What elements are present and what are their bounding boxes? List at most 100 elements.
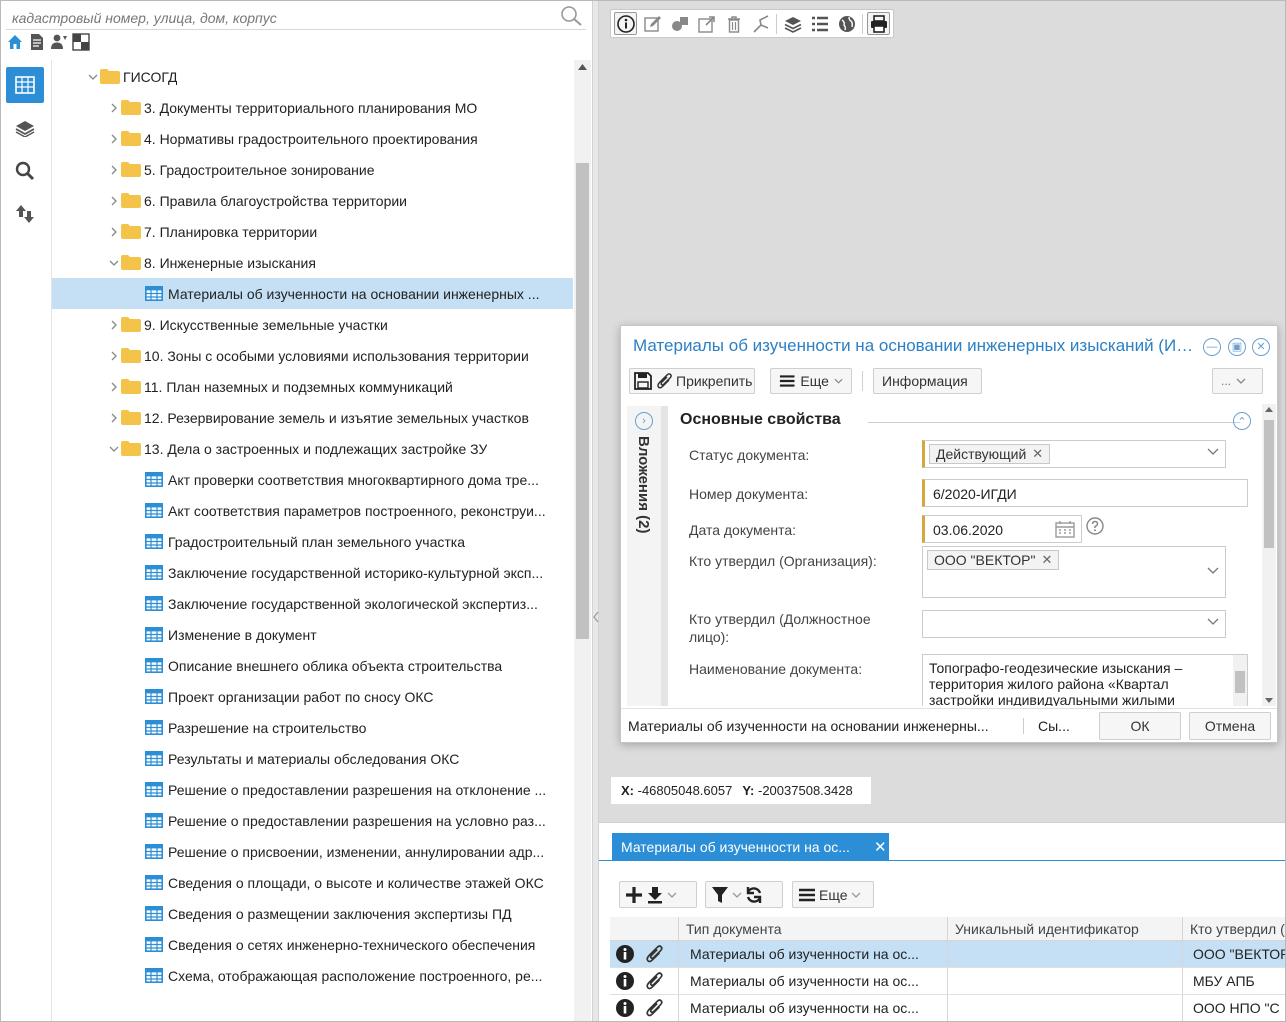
chevron-right-icon[interactable] [107,194,121,208]
chevron-down-icon[interactable] [86,70,100,84]
tree-item[interactable]: Сведения о сетях инженерно-технического … [52,929,573,960]
chevron-right-icon[interactable] [107,101,121,115]
edit-button[interactable] [641,12,664,35]
attach-button[interactable]: Прикрепить [657,372,752,390]
tree-folder[interactable]: 4. Нормативы градостроительного проектир… [52,123,573,154]
chevron-right-icon[interactable] [107,318,121,332]
layers-button[interactable] [6,110,44,146]
footer-short-link[interactable]: Сы... [1038,718,1070,734]
chevron-right-icon[interactable] [107,411,121,425]
tree-item[interactable]: Заключение государственной экологической… [52,588,573,619]
tree-item[interactable]: Акт проверки соответствия многоквартирно… [52,464,573,495]
document-icon[interactable] [28,33,46,53]
sort-button[interactable] [6,196,44,232]
table-view-button[interactable] [6,67,44,103]
info-button[interactable] [614,12,637,35]
header-unique-id[interactable]: Уникальный идентификатор [947,917,1182,940]
org-select[interactable]: ООО "ВЕКТОР" ✕ [922,546,1226,598]
paperclip-icon[interactable] [645,971,665,991]
filter-icon[interactable] [711,886,729,904]
cancel-button[interactable]: Отмена [1189,712,1271,740]
tree-scrollbar[interactable] [574,60,591,1022]
more-menu-button[interactable]: Еще [770,368,852,394]
chevron-down-icon[interactable] [107,256,121,270]
paperclip-icon[interactable] [645,998,665,1018]
tree-folder[interactable]: 6. Правила благоустройства территории [52,185,573,216]
info-icon[interactable] [615,998,635,1018]
tree-item[interactable]: Сведения о размещении заключения эксперт… [52,898,573,929]
tree-folder[interactable]: 12. Резервирование земель и изъятие земе… [52,402,573,433]
panel-splitter[interactable] [592,0,599,1022]
info-icon[interactable] [615,971,635,991]
chevron-right-icon[interactable] [107,132,121,146]
tree-item[interactable]: Сведения о площади, о высоте и количеств… [52,867,573,898]
tree-item[interactable]: Изменение в документ [52,619,573,650]
shapes-button[interactable] [668,12,691,35]
expand-attachments-button[interactable]: › [635,412,653,430]
info-icon[interactable] [615,944,635,964]
remove-tag-icon[interactable]: ✕ [1041,552,1052,568]
tree-item[interactable]: Решение о предоставлении разрешения на у… [52,805,573,836]
calendar-icon[interactable] [1055,520,1075,538]
minimize-button[interactable]: — [1203,338,1221,356]
chevron-right-icon[interactable] [107,225,121,239]
help-icon[interactable] [1086,517,1104,535]
measure-button[interactable] [749,12,772,35]
doc-name-scrollbar[interactable] [1233,655,1247,706]
add-icon[interactable] [625,886,643,904]
chevron-down-icon[interactable] [732,892,742,898]
tree-folder[interactable]: 7. Планировка территории [52,216,573,247]
information-button[interactable]: Информация [873,368,982,394]
date-field[interactable]: 03.06.2020 [922,515,1082,543]
globe-button[interactable] [835,12,858,35]
properties-scrollbar[interactable] [1262,404,1276,706]
tree-item[interactable]: Схема, отображающая расположение построе… [52,960,573,991]
chevron-right-icon[interactable] [107,380,121,394]
grid-pattern-icon[interactable] [72,33,90,53]
ok-button[interactable]: ОК [1099,712,1181,740]
tree-item[interactable]: Акт соответствия параметров построенного… [52,495,573,526]
table-row[interactable]: Материалы об изученности на ос... ООО НПО… [610,995,1286,1022]
overflow-menu-button[interactable]: ... [1212,368,1263,394]
chevron-right-icon[interactable] [107,163,121,177]
dialog-splitter[interactable] [661,406,668,706]
layers-button[interactable] [781,12,804,35]
attachments-tab[interactable]: › Вложения (2) [627,406,661,706]
results-tab[interactable]: Материалы об изученности на ос... ✕ [612,833,889,860]
chevron-right-icon[interactable] [107,349,121,363]
search-input[interactable] [12,7,552,29]
properties-scrollbar-thumb[interactable] [1264,420,1274,548]
paperclip-icon[interactable] [645,944,665,964]
tree-item[interactable]: Решение о присвоении, изменении, аннулир… [52,836,573,867]
list-button[interactable] [808,12,831,35]
tree-folder[interactable]: 3. Документы территориального планирован… [52,92,573,123]
open-external-button[interactable] [695,12,718,35]
tree-root[interactable]: ГИСОГД [52,61,573,92]
header-doc-type[interactable]: Тип документа [678,917,947,940]
delete-button[interactable] [722,12,745,35]
header-approved-by[interactable]: Кто утвердил (О [1182,917,1286,940]
tree-item[interactable]: Результаты и материалы обследования ОКС [52,743,573,774]
doc-name-field[interactable]: Топографо-геодезические изыскания – терр… [922,654,1248,706]
tree-folder[interactable]: 13. Дела о застроенных и подлежащих заст… [52,433,573,464]
chevron-down-icon[interactable] [667,892,677,898]
remove-tag-icon[interactable]: ✕ [1032,446,1043,462]
chevron-down-icon[interactable] [107,442,121,456]
save-button[interactable] [634,372,652,390]
tree-item[interactable]: Разрешение на строительство [52,712,573,743]
tree-item[interactable]: Градостроительный план земельного участк… [52,526,573,557]
status-select[interactable]: Действующий ✕ [922,440,1226,468]
tree-item[interactable]: Проект организации работ по сносу ОКС [52,681,573,712]
refresh-icon[interactable] [745,886,763,904]
download-icon[interactable] [646,886,664,904]
table-row[interactable]: Материалы об изученности на ос... ООО "ВЕ… [610,941,1286,968]
tree-folder[interactable]: 5. Градостроительное зонирование [52,154,573,185]
search-panel-button[interactable] [6,153,44,189]
tree-folder[interactable]: 10. Зоны с особыми условиями использован… [52,340,573,371]
person-select[interactable] [922,610,1226,638]
user-location-icon[interactable] [50,33,68,53]
more-menu-button[interactable]: Еще [792,881,874,908]
print-button[interactable] [867,12,890,35]
tree-scrollbar-thumb[interactable] [576,163,589,639]
tree-item[interactable]: Описание внешнего облика объекта строите… [52,650,573,681]
